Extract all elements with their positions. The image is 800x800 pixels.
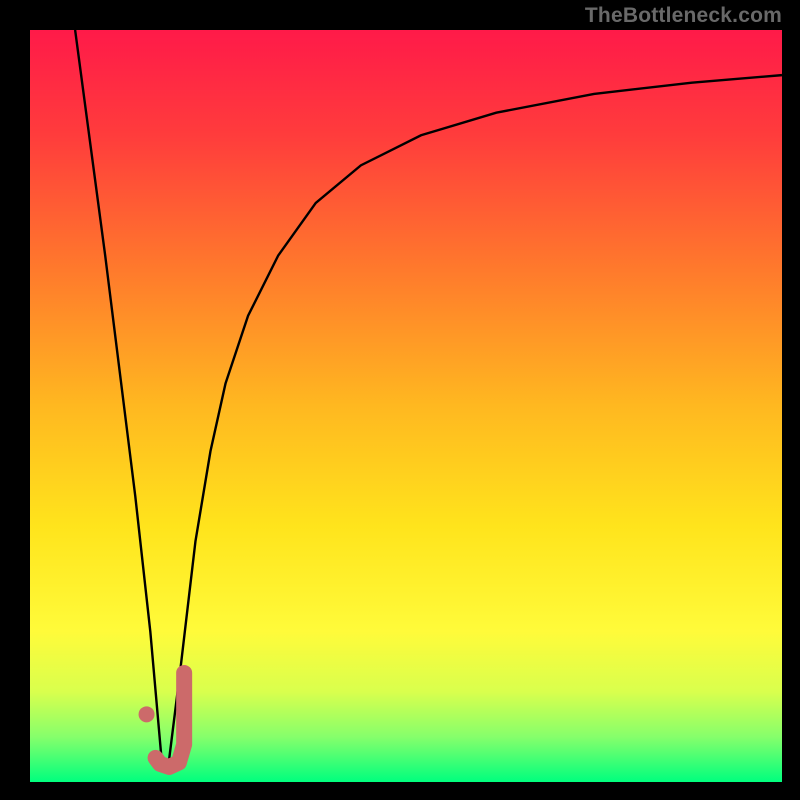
- watermark-text: TheBottleneck.com: [585, 4, 782, 28]
- curve-left: [75, 30, 161, 759]
- plot-area: [30, 30, 782, 782]
- curve-layer: [30, 30, 782, 782]
- outer-frame: TheBottleneck.com: [0, 0, 800, 800]
- j-marker-dot: [139, 706, 155, 722]
- curve-right: [169, 75, 782, 759]
